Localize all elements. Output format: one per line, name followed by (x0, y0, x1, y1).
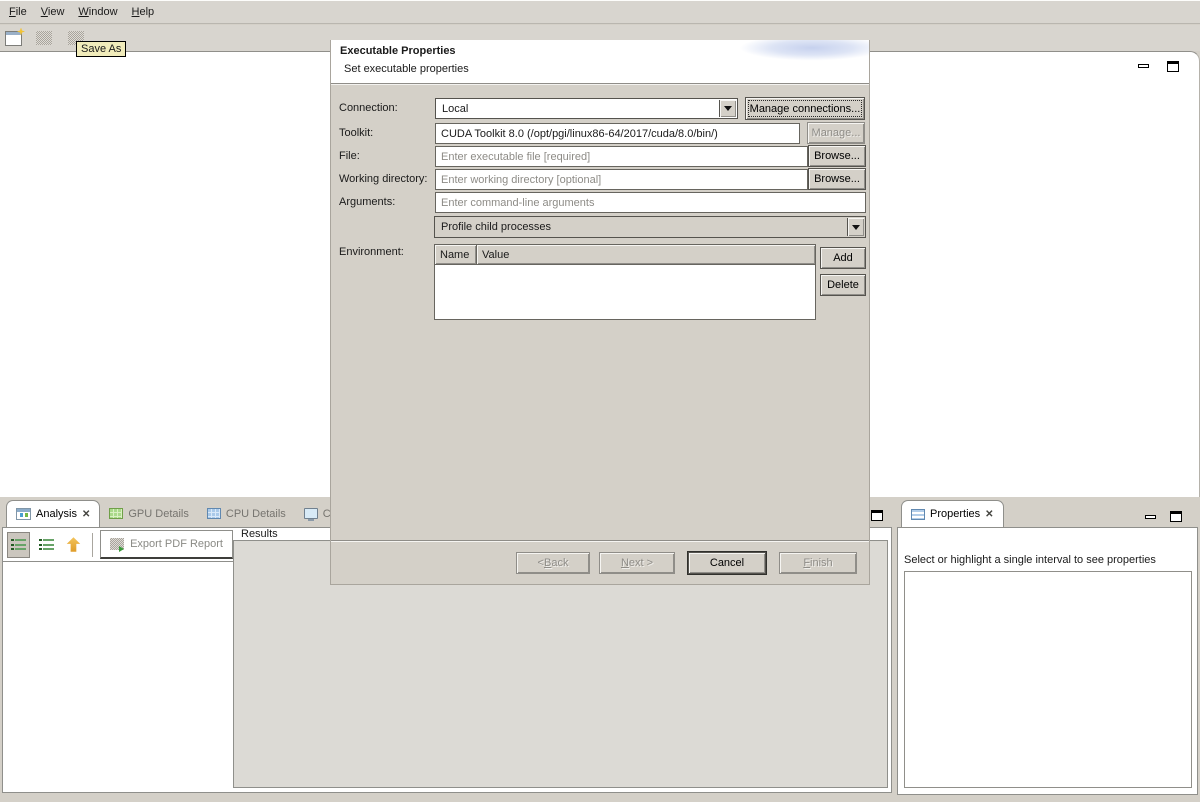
maximize-icon[interactable] (871, 510, 883, 521)
dialog-button-bar: < Back Next > Cancel Finish (331, 540, 869, 584)
profile-children-combo[interactable]: Profile child processes (434, 216, 866, 238)
profile-children-value: Profile child processes (441, 221, 551, 233)
file-label: File: (339, 150, 360, 162)
environment-table-header: Name Value (435, 245, 815, 265)
unguided-analysis-button[interactable] (34, 532, 57, 558)
browse-file-button[interactable]: Browse... (808, 145, 866, 167)
manage-toolkit-button[interactable]: Manage... (807, 122, 865, 144)
menu-view[interactable]: View (41, 6, 65, 18)
analysis-mode-button[interactable] (7, 532, 30, 558)
manage-connections-button[interactable]: Manage connections... (745, 97, 865, 120)
tab-analysis[interactable]: Analysis ✕ (6, 500, 100, 527)
finish-button[interactable]: Finish (779, 552, 857, 574)
toolkit-label: Toolkit: (339, 127, 373, 139)
properties-panel: Properties ✕ Select or highlight a singl… (897, 500, 1198, 795)
tab-properties[interactable]: Properties ✕ (901, 500, 1004, 527)
tab-cpu-details[interactable]: CPU Details (198, 500, 295, 527)
tab-properties-label: Properties (930, 508, 980, 520)
dialog-body: Connection: Local Manage connections... … (331, 84, 869, 540)
maximize-icon[interactable] (1167, 61, 1179, 72)
minimize-icon[interactable] (1145, 515, 1156, 519)
toolbar-separator (92, 533, 93, 557)
close-icon[interactable]: ✕ (985, 509, 993, 520)
tab-gpu-details-label: GPU Details (128, 508, 189, 520)
next-button[interactable]: Next > (599, 552, 675, 574)
new-session-icon[interactable] (5, 31, 22, 46)
menu-help[interactable]: Help (132, 6, 155, 18)
unguided-analysis-icon (39, 538, 54, 551)
properties-content: Select or highlight a single interval to… (897, 527, 1198, 795)
chevron-down-icon[interactable] (719, 100, 736, 117)
env-column-value[interactable]: Value (477, 245, 815, 264)
cpu-details-icon (207, 508, 221, 519)
working-directory-input[interactable] (435, 169, 808, 190)
close-icon[interactable]: ✕ (82, 509, 90, 520)
env-column-name[interactable]: Name (435, 245, 477, 264)
working-directory-label: Working directory: (339, 173, 427, 185)
dialog-header: Executable Properties Set executable pro… (331, 40, 869, 84)
menu-window[interactable]: Window (78, 6, 117, 18)
gpu-details-icon (109, 508, 123, 519)
analysis-icon (16, 508, 31, 520)
add-env-button[interactable]: Add (820, 247, 866, 269)
up-level-button[interactable] (62, 532, 85, 558)
guided-analysis-icon (11, 538, 26, 551)
banner-gradient (719, 40, 869, 66)
minimize-icon[interactable] (1138, 64, 1149, 68)
save-icon (36, 31, 52, 45)
properties-icon (911, 509, 925, 520)
file-input[interactable] (435, 146, 808, 167)
browse-workdir-button[interactable]: Browse... (808, 168, 866, 190)
menu-file[interactable]: File (9, 6, 27, 18)
tab-gpu-details[interactable]: GPU Details (100, 500, 198, 527)
arguments-label: Arguments: (339, 196, 395, 208)
maximize-icon[interactable] (1170, 511, 1182, 522)
dialog-title: Executable Properties (340, 45, 456, 57)
connection-value: Local (442, 103, 468, 115)
menu-bar: File View Window Help (0, 0, 1200, 24)
export-pdf-report-button[interactable]: Export PDF Report (100, 530, 233, 559)
chevron-down-icon[interactable] (847, 218, 864, 236)
export-pdf-icon (110, 538, 124, 550)
tab-cpu-details-label: CPU Details (226, 508, 286, 520)
back-button[interactable]: < Back (516, 552, 590, 574)
analysis-view-toolbar: Export PDF Report (3, 528, 233, 562)
delete-env-button[interactable]: Delete (820, 274, 866, 296)
connection-combo[interactable]: Local (435, 98, 738, 119)
tab-analysis-label: Analysis (36, 508, 77, 520)
connection-label: Connection: (339, 102, 398, 114)
environment-label: Environment: (339, 246, 404, 258)
properties-detail-box (904, 571, 1192, 788)
environment-table[interactable]: Name Value (434, 244, 816, 320)
dialog-subtitle: Set executable properties (344, 63, 469, 75)
executable-properties-dialog: Executable Properties Set executable pro… (330, 40, 870, 585)
properties-message: Select or highlight a single interval to… (904, 554, 1193, 566)
up-arrow-icon (66, 537, 81, 552)
console-icon (304, 508, 318, 519)
toolkit-input[interactable] (435, 123, 800, 144)
save-as-tooltip: Save As (76, 41, 126, 57)
export-pdf-label: Export PDF Report (130, 538, 223, 550)
sparkle-icon (17, 28, 25, 36)
arguments-input[interactable] (435, 192, 866, 213)
results-group-label: Results (238, 528, 281, 540)
cancel-button[interactable]: Cancel (688, 552, 766, 574)
